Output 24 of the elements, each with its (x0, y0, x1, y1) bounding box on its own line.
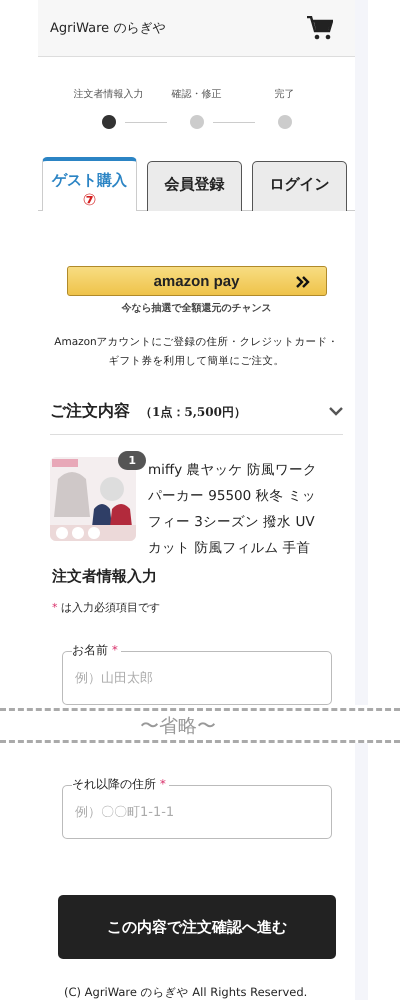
submit-button[interactable]: この内容で注文確認へ進む (58, 895, 336, 959)
product-name: miffy 農ヤッケ 防風ワークパーカー 95500 秋冬 ミッフィー 3シーズン 撥水 UVカット 防風フィルム 手首 (148, 461, 318, 558)
field-label: それ以降の住所 * (72, 776, 169, 793)
campaign-note: 今なら抽選で全額還元のチャンス (122, 302, 272, 315)
quantity-badge: 1 (118, 451, 146, 470)
summary-total: （1点：5,500円） (140, 405, 246, 419)
amazon-pay-button[interactable]: amazon pay (66, 266, 326, 296)
step-label: 注文者情報入力 (74, 88, 144, 101)
omission-text: 〜省略〜 (140, 714, 216, 738)
copyright: (C) AgriWare のらぎや All Rights Reserved. (64, 985, 308, 1000)
shop-name: AgriWare のらぎや (50, 20, 166, 37)
tab[interactable]: ゲスト購入 ⑦ (42, 157, 137, 211)
description: Amazonアカウントにご登録の住所・クレジットカード・ギフト券を利用して簡単にご注文。 (53, 335, 340, 369)
tab[interactable]: 会員登録 (147, 161, 242, 211)
chevron-icon[interactable] (329, 407, 343, 416)
summary-title: ご注文内容 (50, 401, 130, 420)
cart-icon[interactable] (307, 16, 333, 40)
form-title: 注文者情報入力 (52, 567, 158, 586)
double-chevron-icon (296, 276, 310, 288)
field-label: お名前 * (72, 642, 121, 659)
step-label: 確認・修正 (172, 88, 222, 101)
tab[interactable]: ログイン (252, 161, 347, 211)
step-label: 完了 (274, 88, 294, 101)
required-note: * は入力必須項目です (52, 600, 161, 615)
